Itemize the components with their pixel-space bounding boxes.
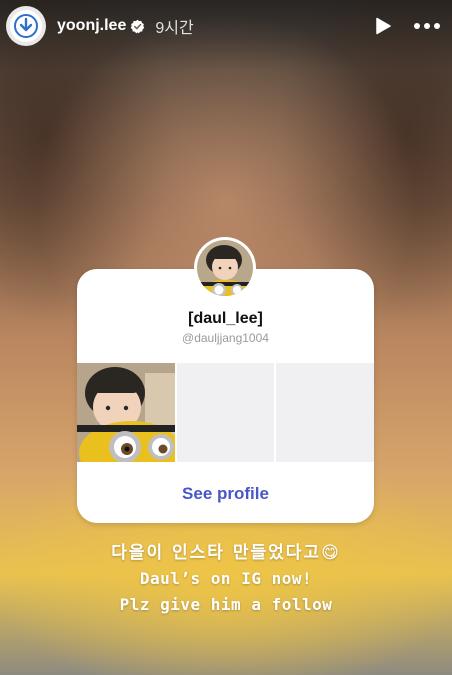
story-username[interactable]: yoonj.lee <box>57 17 126 35</box>
empty-post-slot <box>276 363 374 462</box>
profile-post-grid <box>77 363 374 462</box>
caption-line-2: Daul’s on IG now! <box>139 569 313 588</box>
story-timestamp: 9시간 <box>155 20 194 37</box>
profile-card-avatar[interactable] <box>194 237 256 299</box>
empty-post-slot <box>177 363 274 462</box>
post-thumbnail[interactable] <box>77 363 175 462</box>
play-icon[interactable] <box>370 13 396 39</box>
story-header: yoonj.lee 9시간 <box>6 6 442 46</box>
profile-card[interactable]: [daul_lee] @dauljjang1004 See profile <box>77 269 374 523</box>
caption-line-3: Plz give him a follow <box>119 595 333 614</box>
more-options-icon[interactable] <box>412 13 442 39</box>
story-avatar[interactable] <box>6 6 46 46</box>
story-caption: 다을이 인스타 만들었다고😋 Daul’s on IG now! Plz giv… <box>0 540 452 618</box>
profile-handle: @dauljjang1004 <box>182 331 269 345</box>
profile-display-name: [daul_lee] <box>188 310 263 327</box>
caption-line-korean: 다을이 인스타 만들었다고😋 <box>111 543 341 563</box>
see-profile-button[interactable]: See profile <box>77 484 374 504</box>
download-arrow-icon <box>10 10 42 42</box>
verified-badge-icon <box>130 19 145 34</box>
